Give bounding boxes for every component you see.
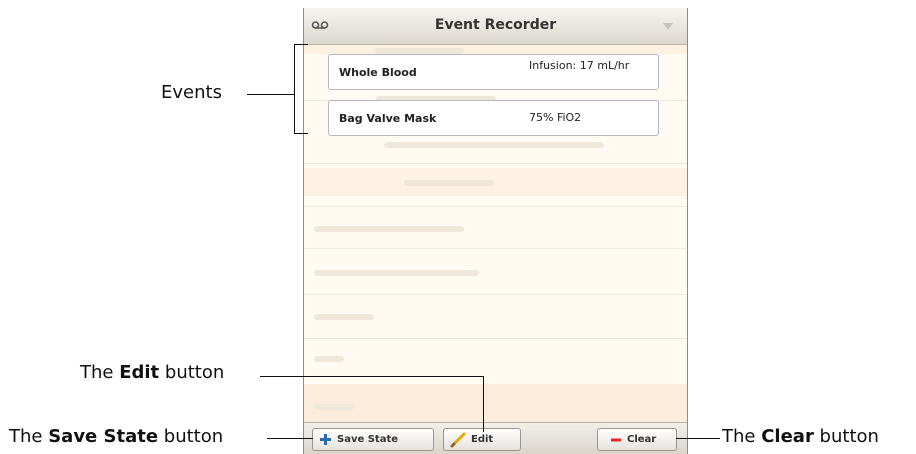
panel-title: Event Recorder bbox=[434, 17, 557, 33]
events-bracket-top bbox=[294, 44, 308, 45]
event-recorder-panel: Event Recorder Whole Blood Infusion: 17 … bbox=[303, 8, 688, 454]
background-text bbox=[404, 180, 494, 186]
background-text bbox=[314, 314, 374, 320]
edit-button[interactable]: Edit bbox=[443, 428, 521, 451]
events-annotation-leader bbox=[247, 94, 295, 95]
edit-label: Edit bbox=[471, 434, 494, 445]
background-text bbox=[314, 270, 479, 276]
clear-annotation-leader bbox=[676, 438, 720, 439]
events-bracket-bottom bbox=[294, 133, 308, 134]
pencil-icon bbox=[450, 432, 466, 447]
background-text bbox=[454, 142, 604, 148]
save-state-annotation-leader bbox=[267, 438, 313, 439]
clear-annotation-label: The Clear button bbox=[722, 426, 879, 447]
clear-button[interactable]: Clear bbox=[597, 428, 677, 451]
background-text bbox=[314, 226, 464, 232]
event-detail: Infusion: 17 mL/hr bbox=[529, 59, 630, 72]
background-row bbox=[304, 168, 687, 196]
background-row bbox=[304, 384, 687, 422]
event-row[interactable]: Bag Valve Mask 75% FiO2 bbox=[328, 100, 659, 136]
event-name: Whole Blood bbox=[339, 66, 417, 79]
background-divider bbox=[304, 163, 687, 164]
background-divider bbox=[304, 338, 687, 339]
save-state-annotation-label: The Save State button bbox=[9, 426, 224, 447]
event-name: Bag Valve Mask bbox=[339, 112, 437, 125]
event-detail: 75% FiO2 bbox=[529, 111, 582, 124]
background-row bbox=[304, 44, 687, 54]
background-divider bbox=[304, 248, 687, 249]
save-state-label: Save State bbox=[337, 434, 399, 445]
edit-annotation-leader bbox=[260, 376, 484, 377]
panel-header: Event Recorder bbox=[304, 8, 687, 45]
event-row[interactable]: Whole Blood Infusion: 17 mL/hr bbox=[328, 54, 659, 90]
events-bracket bbox=[294, 44, 295, 134]
events-annotation-label: Events bbox=[161, 82, 222, 103]
edit-annotation-label: The Edit button bbox=[80, 362, 225, 383]
minus-icon bbox=[611, 438, 621, 441]
background-text bbox=[314, 404, 354, 410]
dropdown-arrow-icon[interactable] bbox=[663, 23, 673, 30]
background-text bbox=[314, 356, 344, 362]
save-state-button[interactable]: Save State bbox=[312, 428, 434, 451]
edit-annotation-leader-vertical bbox=[483, 376, 484, 432]
background-divider bbox=[304, 294, 687, 295]
panel-footer: Save State Edit Clear bbox=[304, 422, 687, 454]
background-divider bbox=[304, 206, 687, 207]
plus-icon bbox=[320, 434, 331, 445]
clear-label: Clear bbox=[627, 434, 657, 445]
